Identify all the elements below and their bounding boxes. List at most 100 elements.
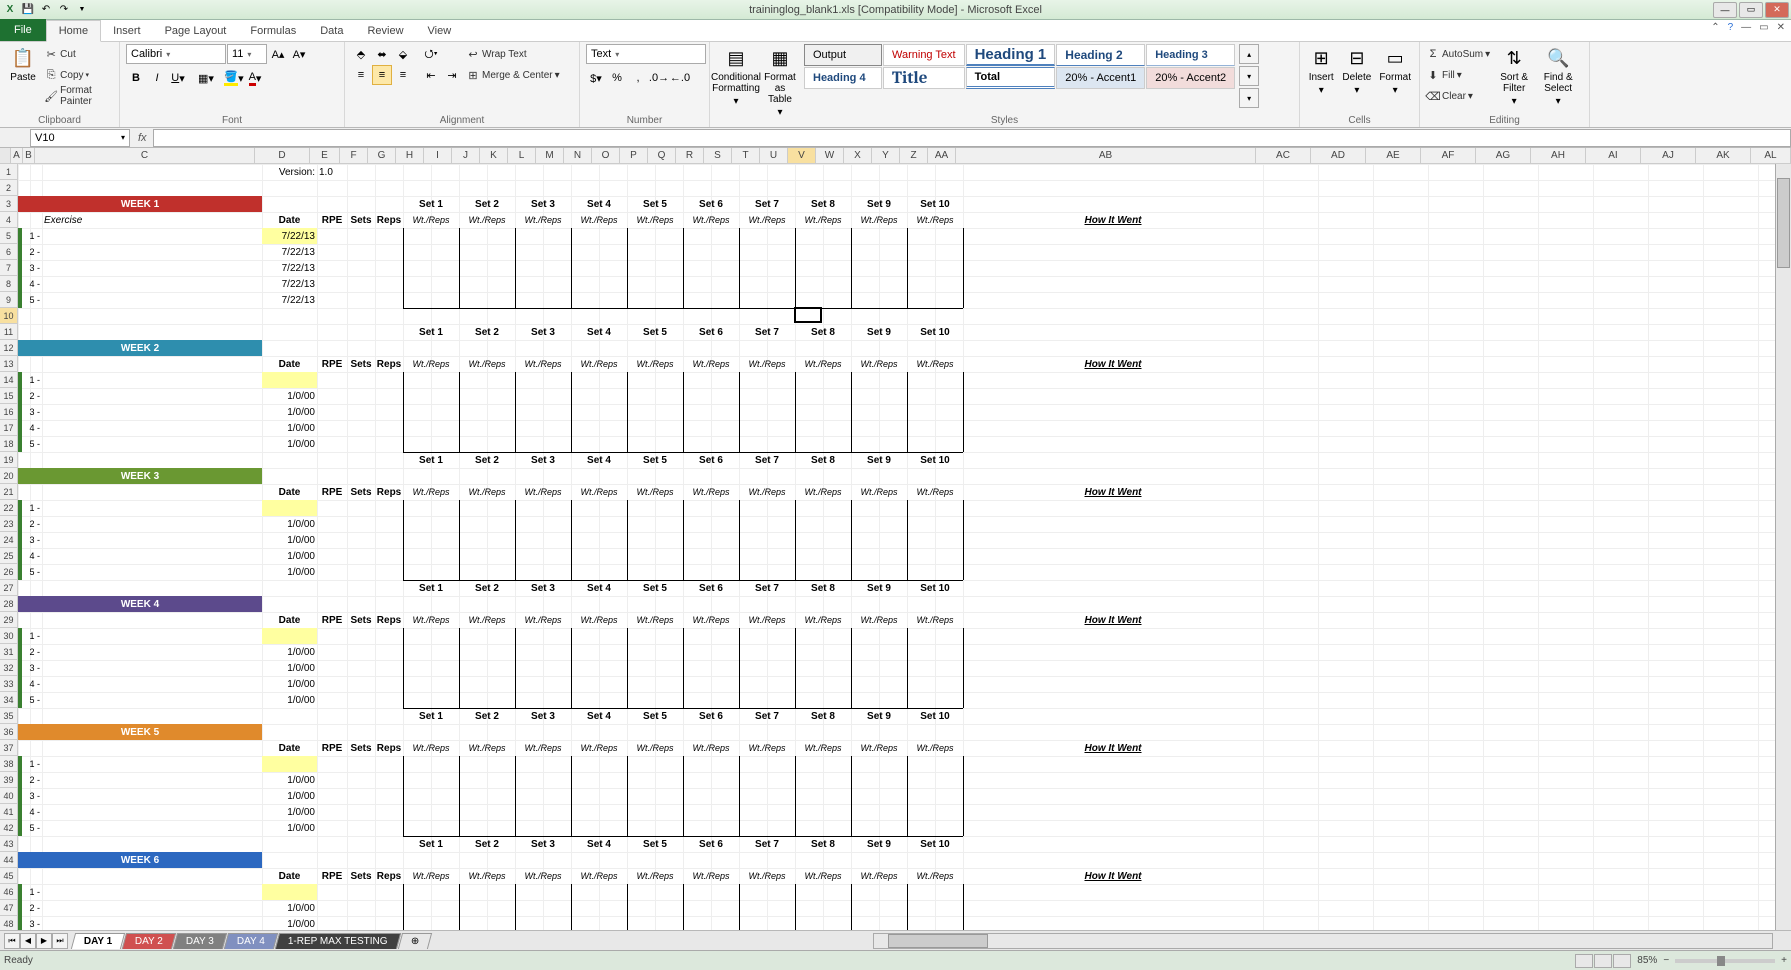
cell[interactable]: Set 7 [739,452,795,468]
cell[interactable]: 1/0/00 [262,404,317,420]
column-header[interactable]: M [536,148,564,163]
row-header[interactable]: 15 [0,388,17,404]
row-header[interactable]: 31 [0,644,17,660]
row-header[interactable]: 12 [0,340,17,356]
row-header[interactable]: 7 [0,260,17,276]
row-header[interactable]: 16 [0,404,17,420]
cell[interactable]: WEEK 4 [18,596,262,612]
column-header[interactable]: AD [1311,148,1366,163]
cell[interactable]: 1/0/00 [262,916,317,930]
autosum-button[interactable]: ΣAutoSum ▾ [1426,44,1490,64]
cell[interactable]: Wt./Reps [627,612,683,628]
column-header[interactable]: C [35,148,255,163]
column-header[interactable]: E [310,148,340,163]
cell[interactable]: 1.0 [317,164,347,180]
cell[interactable]: Set 2 [459,324,515,340]
ribbon-minimize-icon[interactable]: ⌃ [1711,22,1719,33]
maximize-button[interactable]: ▭ [1739,2,1763,18]
cell[interactable]: Date [262,612,317,628]
format-as-table-button[interactable]: ▦Format as Table▾ [760,44,800,120]
cell[interactable]: Set 4 [571,196,627,212]
sheet-tab[interactable]: DAY 1 [71,933,126,949]
column-header[interactable]: AB [956,148,1256,163]
cell[interactable]: 1/0/00 [262,692,317,708]
cell[interactable]: Wt./Reps [627,356,683,372]
cell[interactable]: Set 1 [403,836,459,852]
cell[interactable]: Date [262,356,317,372]
cell[interactable]: 7/22/13 [262,292,317,308]
column-header[interactable]: K [480,148,508,163]
sheet-nav-first-icon[interactable]: ⏮ [4,933,20,949]
cell[interactable]: Set 3 [515,324,571,340]
zoom-in-button[interactable]: + [1781,955,1787,966]
percent-icon[interactable]: % [607,68,627,88]
cell[interactable]: Wt./Reps [459,868,515,884]
cell-style-option[interactable]: Heading 3 [1146,44,1235,66]
cell[interactable]: Wt./Reps [627,868,683,884]
cell[interactable]: Wt./Reps [851,356,907,372]
cell[interactable]: Set 8 [795,580,851,596]
row-header[interactable]: 39 [0,772,17,788]
row-header[interactable]: 29 [0,612,17,628]
sheet-nav-last-icon[interactable]: ⏭ [52,933,68,949]
cell-style-option[interactable]: Heading 4 [804,67,882,89]
cell[interactable]: Wt./Reps [403,868,459,884]
cell[interactable]: Reps [375,356,403,372]
cell[interactable]: Set 1 [403,708,459,724]
cell[interactable]: 1/0/00 [262,820,317,836]
delete-cells-button[interactable]: ⊟Delete▾ [1340,44,1373,98]
decrease-indent-icon[interactable]: ⇤ [421,65,441,85]
conditional-formatting-button[interactable]: ▤Conditional Formatting▾ [716,44,756,109]
sheet-tab[interactable]: DAY 4 [224,933,278,949]
row-header[interactable]: 3 [0,196,17,212]
cell[interactable]: 1/0/00 [262,532,317,548]
cell[interactable]: Set 10 [907,836,963,852]
cell[interactable]: Wt./Reps [627,484,683,500]
tab-formulas[interactable]: Formulas [238,21,308,41]
border-button[interactable]: ▦▾ [196,68,216,88]
row-header[interactable]: 37 [0,740,17,756]
cell[interactable]: 1/0/00 [262,788,317,804]
cell[interactable]: WEEK 6 [18,852,262,868]
cell[interactable]: How It Went [963,868,1263,884]
cell[interactable]: Date [262,212,317,228]
row-header[interactable]: 26 [0,564,17,580]
format-painter-button[interactable]: 🖌Format Painter [44,86,113,106]
align-middle-icon[interactable]: ⬌ [372,44,392,64]
inner-restore-icon[interactable]: ▭ [1759,22,1768,33]
cell[interactable]: Set 10 [907,708,963,724]
row-header[interactable]: 2 [0,180,17,196]
cell[interactable]: Set 1 [403,196,459,212]
close-button[interactable]: ✕ [1765,2,1789,18]
column-header[interactable]: G [368,148,396,163]
cell[interactable]: Sets [347,612,375,628]
fill-button[interactable]: ⬇Fill ▾ [1426,65,1490,85]
cell[interactable]: WEEK 2 [18,340,262,356]
column-header[interactable]: AH [1531,148,1586,163]
paste-button[interactable]: 📋 Paste [6,44,40,85]
merge-button[interactable]: ⊞Merge & Center ▾ [466,65,560,85]
font-name-combo[interactable]: Calibri▾ [126,44,226,64]
row-header[interactable]: 40 [0,788,17,804]
row-header[interactable]: 28 [0,596,17,612]
page-layout-view-button[interactable] [1594,954,1612,968]
cell[interactable]: Wt./Reps [403,612,459,628]
cell[interactable]: Wt./Reps [459,612,515,628]
cell[interactable] [262,372,317,388]
qa-dropdown-icon[interactable]: ▼ [74,2,90,18]
cell[interactable]: RPE [317,612,347,628]
tab-data[interactable]: Data [308,21,355,41]
column-header[interactable]: W [816,148,844,163]
cell[interactable]: 1/0/00 [262,564,317,580]
cell[interactable]: Wt./Reps [907,612,963,628]
cell-style-option[interactable]: Total [966,67,1056,89]
column-header[interactable]: B [23,148,35,163]
align-left-icon[interactable]: ≡ [351,65,371,85]
cell[interactable]: Wt./Reps [515,356,571,372]
cell[interactable]: Set 8 [795,836,851,852]
cell[interactable]: Wt./Reps [739,484,795,500]
cell[interactable]: Wt./Reps [571,612,627,628]
row-header[interactable]: 22 [0,500,17,516]
cell[interactable]: Wt./Reps [571,740,627,756]
cell[interactable]: 1/0/00 [262,660,317,676]
